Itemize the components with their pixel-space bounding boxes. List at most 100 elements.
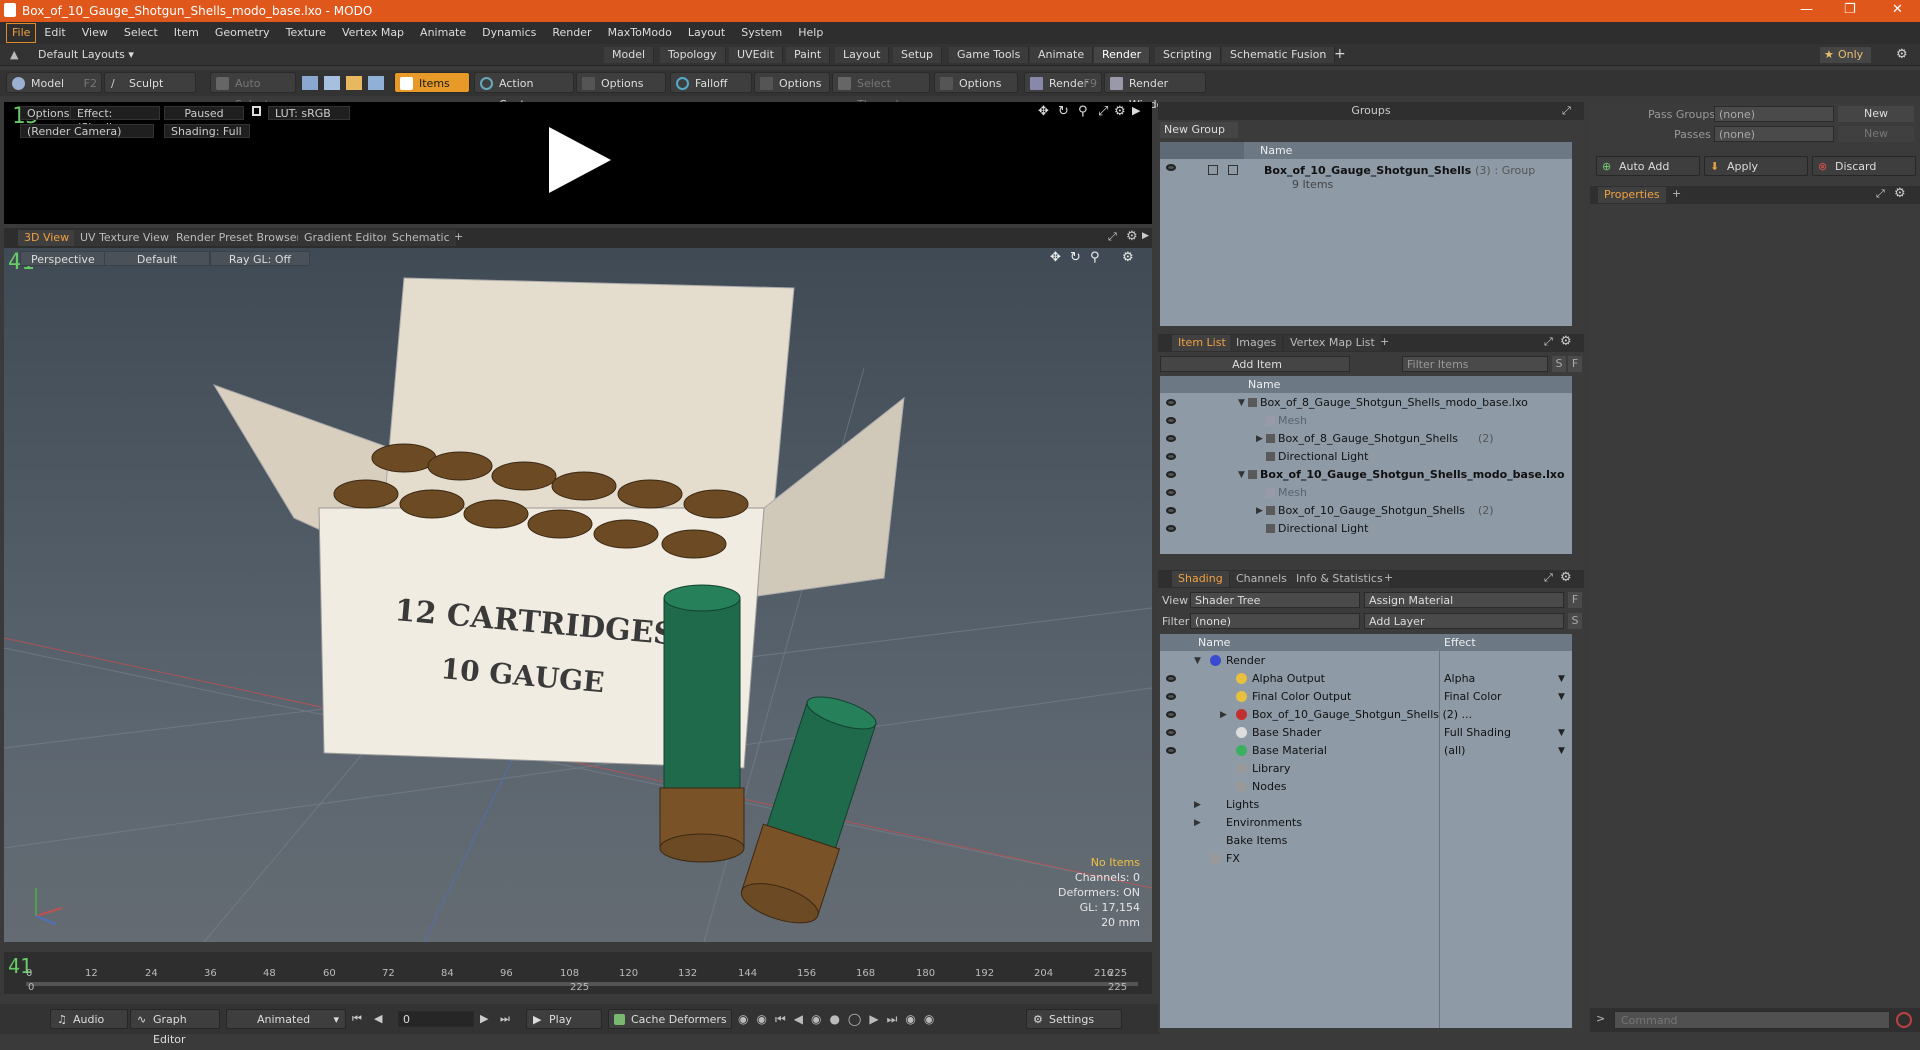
tab-channels[interactable]: Channels xyxy=(1230,571,1293,587)
paused-toggle[interactable]: Paused xyxy=(164,106,244,120)
lock-icon[interactable] xyxy=(252,106,261,116)
new-pass-group-button[interactable]: New xyxy=(1838,106,1914,122)
move-icon[interactable]: ✥ xyxy=(1038,104,1049,119)
tab-info-statistics[interactable]: Info & Statistics xyxy=(1290,571,1389,587)
sculpt-mode-button[interactable]: ∕ Sculpt xyxy=(104,72,196,93)
add-tab-button[interactable]: + xyxy=(1334,46,1346,62)
shader-row[interactable]: ▶ Lights xyxy=(1160,796,1572,814)
menu-edit[interactable]: Edit xyxy=(36,22,73,44)
group-row-toggles[interactable] xyxy=(1162,162,1242,178)
shader-row[interactable]: Final Color Output Final Color ▼ xyxy=(1160,688,1572,706)
vertices-icon[interactable] xyxy=(302,76,318,90)
filter-items-input[interactable]: Filter Items xyxy=(1402,356,1548,372)
maximize-icon[interactable]: ⤢ xyxy=(1876,187,1885,201)
shader-effect[interactable]: Final Color xyxy=(1444,688,1502,706)
apply-button[interactable]: ⬇ Apply xyxy=(1704,156,1808,176)
falloff-options-button[interactable]: Options xyxy=(754,72,830,93)
pass-groups-dropdown[interactable]: (none) xyxy=(1714,106,1834,122)
add-shading-tab-button[interactable]: + xyxy=(1384,571,1393,584)
expand-arrow-icon[interactable]: ▶ xyxy=(1194,814,1201,832)
only-toggle[interactable]: ★ Only xyxy=(1820,47,1872,63)
menu-file[interactable]: File xyxy=(6,23,37,43)
maximize-icon[interactable]: ⤢ xyxy=(1544,335,1553,349)
shader-row[interactable]: Alpha Output Alpha ▼ xyxy=(1160,670,1572,688)
shading-style-dropdown[interactable]: Default xyxy=(104,251,210,266)
item-tree[interactable]: Name ▼ Box_of_8_Gauge_Shotgun_Shells_modo… xyxy=(1160,376,1572,554)
expand-arrow-icon[interactable]: ▶ xyxy=(1256,430,1263,448)
tab-animate[interactable]: Animate xyxy=(1030,47,1094,63)
menu-layout[interactable]: Layout xyxy=(680,22,733,44)
filter-dropdown[interactable]: (none) xyxy=(1190,613,1360,629)
audio-button[interactable]: ♫ Audio xyxy=(50,1009,128,1029)
gear-icon[interactable]: ⚙ xyxy=(1894,186,1906,201)
render-preview[interactable]: 15 Options Effect: (Shadi... Paused LUT:… xyxy=(4,102,1152,224)
item-row[interactable]: Mesh xyxy=(1160,484,1572,502)
menu-render[interactable]: Render xyxy=(544,22,599,44)
tab-scripting[interactable]: Scripting xyxy=(1155,47,1221,63)
shader-effect[interactable]: Alpha xyxy=(1444,670,1475,688)
layout-preset-dropdown[interactable]: Default Layouts ▾ xyxy=(38,48,134,61)
eye-icon[interactable] xyxy=(1166,489,1176,496)
chevron-down-icon[interactable]: ▼ xyxy=(1558,688,1565,706)
tab-model[interactable]: Model xyxy=(604,47,655,63)
stop-icon[interactable] xyxy=(1896,1012,1912,1028)
shading-f-button[interactable]: F xyxy=(1568,592,1582,608)
action-center-button[interactable]: Action Center xyxy=(474,72,574,111)
menu-vertex-map[interactable]: Vertex Map xyxy=(334,22,412,44)
item-row[interactable]: Directional Light xyxy=(1160,448,1572,466)
select-through-button[interactable]: Select Through xyxy=(832,72,930,111)
menu-animate[interactable]: Animate xyxy=(412,22,474,44)
menu-select[interactable]: Select xyxy=(116,22,166,44)
shading-s-button[interactable]: S xyxy=(1568,613,1582,629)
tab-properties[interactable]: Properties xyxy=(1598,187,1666,203)
collapse-icon[interactable]: ▲ xyxy=(10,48,18,61)
shader-row[interactable]: Nodes xyxy=(1160,778,1572,796)
eye-icon[interactable] xyxy=(1166,507,1176,514)
polygons-icon[interactable] xyxy=(346,76,362,90)
action-options-button[interactable]: Options xyxy=(576,72,666,93)
new-group-button[interactable]: New Group xyxy=(1160,122,1238,138)
view-dropdown[interactable]: Shader Tree xyxy=(1190,592,1360,608)
shader-row[interactable]: Library xyxy=(1160,760,1572,778)
tab-3d-view[interactable]: 3D View xyxy=(18,230,76,246)
eye-icon[interactable] xyxy=(1166,435,1176,442)
menu-view[interactable]: View xyxy=(74,22,116,44)
eye-icon[interactable] xyxy=(1166,471,1176,478)
timeline[interactable]: 41 0 12 24 36 48 60 72 84 96 108 120 132 144 156 168 18… xyxy=(4,952,1152,994)
frame-input[interactable]: 0 xyxy=(398,1011,474,1027)
eye-icon[interactable] xyxy=(1166,164,1176,171)
tab-game-tools[interactable]: Game Tools xyxy=(949,47,1030,63)
shader-row[interactable]: Bake Items xyxy=(1160,832,1572,850)
gear-icon[interactable]: ⚙ xyxy=(1126,229,1138,244)
eye-icon[interactable] xyxy=(1166,711,1176,718)
menu-help[interactable]: Help xyxy=(790,22,831,44)
tab-setup[interactable]: Setup xyxy=(893,47,943,63)
eye-icon[interactable] xyxy=(1166,675,1176,682)
shader-row[interactable]: ▶ Environments xyxy=(1160,814,1572,832)
menu-dynamics[interactable]: Dynamics xyxy=(474,22,544,44)
filter-s-button[interactable]: S xyxy=(1552,356,1566,372)
tab-item-list[interactable]: Item List xyxy=(1172,335,1232,351)
shader-row[interactable]: Base Shader Full Shading ▼ xyxy=(1160,724,1572,742)
gear-icon[interactable]: ⚙ xyxy=(1560,570,1572,585)
eye-icon[interactable] xyxy=(1166,747,1176,754)
item-row[interactable]: ▼ Box_of_8_Gauge_Shotgun_Shells_modo_base… xyxy=(1160,394,1572,412)
filter-f-button[interactable]: F xyxy=(1568,356,1582,372)
checkbox-icon[interactable] xyxy=(1228,165,1238,175)
animated-dropdown[interactable]: Animated ▾ xyxy=(226,1009,346,1029)
skip-end-icon[interactable]: ⏭ xyxy=(500,1012,510,1026)
tab-paint[interactable]: Paint xyxy=(786,47,831,63)
play-icon[interactable] xyxy=(549,127,611,193)
model-mode-button[interactable]: Model F2 xyxy=(6,72,102,93)
tab-layout[interactable]: Layout xyxy=(835,47,890,63)
shader-row[interactable]: ▶ Box_of_10_Gauge_Shotgun_Shells (2) ... xyxy=(1160,706,1572,724)
item-row[interactable]: Directional Light xyxy=(1160,520,1572,538)
select-options-button[interactable]: Options xyxy=(934,72,1018,93)
groups-list[interactable]: Name Box_of_10_Gauge_Shotgun_Shells (3) … xyxy=(1160,142,1572,326)
camera-dropdown[interactable]: (Render Camera) xyxy=(20,124,154,138)
gear-icon[interactable]: ⚙ xyxy=(1896,47,1908,62)
command-input[interactable] xyxy=(1614,1011,1890,1029)
lut-dropdown[interactable]: LUT: sRGB xyxy=(268,106,350,120)
tab-topology[interactable]: Topology xyxy=(660,47,726,63)
minimize-icon[interactable]: — xyxy=(1800,2,1813,17)
